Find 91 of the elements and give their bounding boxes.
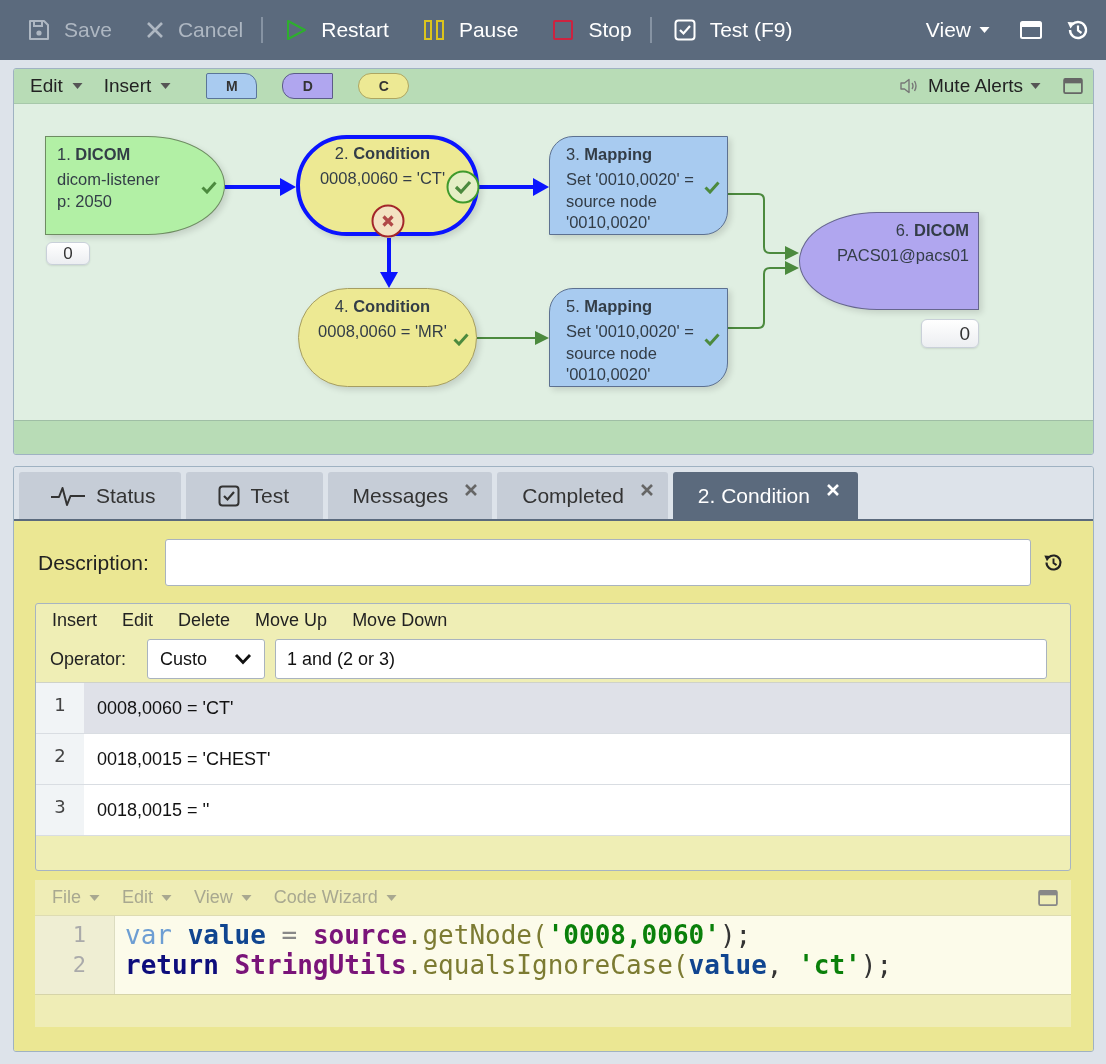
checkbox-icon	[217, 484, 240, 507]
caret-icon	[71, 83, 83, 89]
toolbar-button[interactable]: Delete	[178, 609, 231, 631]
operator-label: Operator:	[50, 648, 128, 670]
tab[interactable]: Messages	[327, 472, 493, 519]
history-icon[interactable]	[1043, 552, 1064, 573]
toolbar-button[interactable]: Insert	[52, 609, 98, 631]
test-button[interactable]: Test (F9)	[673, 10, 793, 50]
connector-arrow	[727, 261, 799, 329]
tab[interactable]: 2. Condition	[672, 472, 858, 519]
condition-text: 0018,0015 = ''	[96, 798, 211, 822]
window-icon[interactable]	[1038, 889, 1058, 906]
connector-arrow	[380, 238, 398, 288]
condition-row[interactable]: 1 0008,0060 = 'CT'	[36, 683, 1070, 734]
connector-arrow	[727, 193, 799, 260]
connector-arrow	[225, 178, 296, 196]
node-title: 1. DICOM	[57, 144, 132, 165]
node-detail: 0008,0060 = 'CT'	[318, 168, 447, 189]
mapping-node[interactable]: 3. Mapping Set '0010,0020' = source node '0010,0020'	[549, 136, 728, 235]
condition-node[interactable]: 2. Condition 0008,0060 = 'CT'	[296, 135, 479, 236]
check-circle-icon[interactable]	[446, 170, 480, 204]
description-field[interactable]	[165, 539, 1031, 586]
node-title: 3. Mapping	[566, 144, 654, 165]
line-number: 2	[72, 951, 86, 979]
description-label: Description:	[38, 550, 150, 575]
condition-text: 0018,0015 = 'CHEST'	[96, 747, 272, 771]
caret-icon	[240, 894, 252, 901]
node-detail: Set '0010,0020' = source node '0010,0020'	[566, 321, 695, 385]
close-icon	[145, 21, 164, 39]
source-node[interactable]: 1. DICOM dicom-listener p: 2050	[45, 136, 225, 235]
node-title: 4. Condition	[333, 296, 432, 317]
tab[interactable]: Status	[19, 472, 181, 519]
code-line: var value = source.getNode('0008,0060');	[125, 920, 753, 950]
expression-field[interactable]: 1 and (2 or 3)	[275, 639, 1047, 679]
toolbar-button[interactable]: Edit	[122, 609, 154, 631]
tab[interactable]: Completed	[497, 472, 668, 519]
node-title: 2. Condition	[333, 143, 432, 164]
node-detail: Set '0010,0020' = source node '0010,0020'	[566, 169, 695, 233]
node-detail: PACS01@pacs01	[835, 245, 969, 266]
caret-icon	[1030, 83, 1041, 89]
caret-icon	[979, 27, 990, 33]
mapping-node[interactable]: 5. Mapping Set '0010,0020' = source node '0010,0020'	[549, 288, 728, 387]
condition-row[interactable]: 3 0018,0015 = ''	[36, 785, 1070, 836]
condition-node[interactable]: 4. Condition 0008,0060 = 'MR'	[298, 288, 477, 387]
stop-button[interactable]: Stop	[552, 10, 632, 50]
play-icon	[285, 19, 308, 41]
menu-button[interactable]: Edit	[30, 75, 83, 97]
node-title: 6. DICOM	[894, 220, 969, 241]
node-detail: p: 2050	[57, 190, 114, 212]
close-icon[interactable]	[464, 482, 479, 497]
speaker-icon	[899, 78, 918, 94]
node-title: 5. Mapping	[566, 296, 654, 317]
row-number: 2	[36, 734, 84, 784]
caret-icon	[89, 894, 100, 901]
pause-icon	[422, 19, 445, 41]
chevron-down-icon	[234, 653, 252, 665]
checkbox-icon	[673, 19, 696, 41]
code-line: return StringUtils.equalsIgnoreCase(value, 'ct');	[125, 950, 893, 980]
palette-item[interactable]: D	[282, 73, 334, 99]
node-detail: 0008,0060 = 'MR'	[317, 321, 448, 342]
code-area[interactable]: 1 2 var value = source.getNode('0008,0060'); return StringUtils.equalsIgnoreCase(value, 'ct');	[35, 915, 1071, 995]
condition-text: 0008,0060 = 'CT'	[96, 696, 235, 720]
message-counter: 0	[46, 242, 90, 265]
pause-button[interactable]: Pause	[422, 10, 519, 50]
connector-arrow	[479, 178, 549, 196]
toolbar-button[interactable]: Move Up	[255, 609, 328, 631]
destination-node[interactable]: 6. DICOM PACS01@pacs01	[799, 212, 979, 310]
line-number: 1	[72, 921, 86, 949]
row-number: 3	[36, 785, 84, 835]
caret-icon	[160, 83, 172, 89]
view-menu[interactable]: View	[925, 10, 990, 50]
operator-select[interactable]: Custo	[147, 639, 265, 679]
caret-icon	[385, 894, 397, 901]
history-icon[interactable]	[1066, 18, 1090, 42]
message-counter: 0	[921, 319, 979, 348]
tab[interactable]: Test	[185, 472, 323, 519]
stop-icon	[552, 19, 575, 41]
toolbar-button[interactable]: Move Down	[352, 609, 448, 631]
window-icon[interactable]	[1063, 78, 1083, 94]
restart-button[interactable]: Restart	[285, 10, 389, 50]
palette-item[interactable]: M	[206, 73, 258, 99]
palette-item[interactable]: C	[358, 73, 410, 99]
x-circle-icon[interactable]	[370, 204, 405, 238]
condition-row[interactable]: 2 0018,0015 = 'CHEST'	[36, 734, 1070, 785]
menu-button[interactable]: Insert	[103, 75, 172, 97]
row-number: 1	[36, 683, 84, 733]
save-icon	[28, 19, 50, 41]
node-detail: dicom-listener	[57, 169, 161, 190]
close-icon[interactable]	[639, 482, 654, 497]
caret-icon	[161, 894, 173, 901]
mute-alerts-menu[interactable]: Mute Alerts	[899, 75, 1041, 97]
